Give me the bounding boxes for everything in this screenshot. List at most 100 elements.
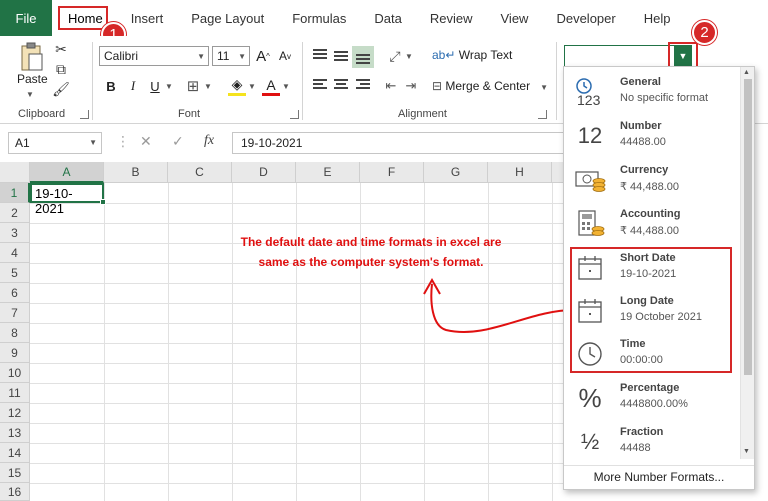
bold-button[interactable]: B: [102, 76, 120, 96]
tab-review[interactable]: Review: [416, 0, 487, 36]
row-header[interactable]: 3: [0, 223, 30, 243]
row-header[interactable]: 14: [0, 443, 30, 463]
format-painter-icon[interactable]: 🖌: [52, 80, 70, 98]
orientation-icon[interactable]: ⤢: [384, 46, 406, 66]
format-sample: 4448800.00%: [620, 398, 688, 410]
underline-dropdown-chevron-icon[interactable]: ▼: [164, 76, 174, 96]
scroll-up-icon[interactable]: ▲: [743, 69, 750, 76]
name-box-chevron-icon[interactable]: ▼: [89, 138, 97, 147]
row-header[interactable]: 9: [0, 343, 30, 363]
column-header-d[interactable]: D: [232, 162, 296, 183]
increase-indent-icon[interactable]: ⇥: [402, 76, 420, 96]
orientation-chevron-icon[interactable]: ▼: [404, 46, 414, 66]
paste-chevron-down-icon[interactable]: ▼: [26, 90, 34, 99]
svg-text:123: 123: [577, 92, 601, 107]
group-divider: [556, 42, 557, 120]
scroll-down-icon[interactable]: ▼: [743, 448, 750, 455]
format-name: Accounting: [620, 208, 681, 220]
borders-icon[interactable]: ⊞: [184, 76, 202, 96]
font-size-select[interactable]: 11 ▼: [212, 46, 250, 66]
tab-help[interactable]: Help: [630, 0, 685, 36]
merge-center-label: Merge & Center: [445, 79, 531, 93]
format-percentage[interactable]: % Percentage 4448800.00%: [564, 377, 740, 420]
gridline: [30, 403, 570, 404]
column-header-e[interactable]: E: [296, 162, 360, 183]
paste-button[interactable]: Paste: [17, 72, 48, 86]
font-name-select[interactable]: Calibri ▼: [99, 46, 209, 66]
row-header[interactable]: 6: [0, 283, 30, 303]
merge-center-button[interactable]: ⊟ Merge & Center ▼: [432, 79, 548, 93]
row-header[interactable]: 16: [0, 483, 30, 501]
fill-handle[interactable]: [100, 199, 106, 205]
insert-function-icon[interactable]: fx: [204, 133, 214, 149]
font-name-value: Calibri: [104, 49, 139, 63]
row-header[interactable]: 13: [0, 423, 30, 443]
cell-a1[interactable]: 19-10-2021: [30, 183, 104, 216]
paste-icon[interactable]: [20, 42, 44, 72]
row-header[interactable]: 2: [0, 203, 30, 223]
dropdown-scrollbar[interactable]: ▲ ▼: [740, 67, 754, 459]
wrap-text-button[interactable]: ab↵ Wrap Text: [432, 48, 512, 62]
group-divider: [302, 42, 303, 120]
format-accounting[interactable]: Accounting ₹ 44,488.00: [564, 203, 740, 246]
column-header-b[interactable]: B: [104, 162, 168, 183]
format-currency[interactable]: Currency ₹ 44,488.00: [564, 159, 740, 202]
row-header[interactable]: 5: [0, 263, 30, 283]
column-header-g[interactable]: G: [424, 162, 488, 183]
wrap-text-icon: ab↵: [432, 48, 459, 62]
gridline: [30, 483, 570, 484]
tab-file[interactable]: File: [0, 0, 52, 36]
percent-icon: %: [578, 382, 602, 413]
scrollbar-thumb[interactable]: [744, 79, 752, 375]
font-color-icon[interactable]: A: [262, 76, 280, 96]
row-header[interactable]: 7: [0, 303, 30, 323]
font-color-chevron-icon[interactable]: ▼: [281, 76, 291, 96]
row-header[interactable]: 15: [0, 463, 30, 483]
enter-icon[interactable]: ✓: [172, 133, 184, 150]
format-number[interactable]: 12 Number 44488.00: [564, 115, 740, 158]
row-header[interactable]: 8: [0, 323, 30, 343]
alignment-group-label: Alignment: [398, 108, 447, 120]
cut-icon[interactable]: ✂: [52, 40, 70, 58]
fill-color-icon[interactable]: ◈: [228, 76, 246, 96]
underline-button[interactable]: U: [146, 76, 164, 96]
home-tab-highlight: [58, 6, 108, 30]
gridline: [30, 463, 570, 464]
column-header-c[interactable]: C: [168, 162, 232, 183]
clipboard-launcher-icon[interactable]: [80, 110, 89, 119]
select-all-corner[interactable]: [0, 162, 30, 183]
column-header-h[interactable]: H: [488, 162, 552, 183]
tab-data[interactable]: Data: [360, 0, 415, 36]
shrink-font-button[interactable]: Av: [276, 46, 294, 66]
accounting-calculator-icon: [574, 209, 606, 239]
borders-chevron-icon[interactable]: ▼: [203, 76, 213, 96]
grow-font-button[interactable]: A ^: [254, 46, 272, 66]
fill-color-chevron-icon[interactable]: ▼: [247, 76, 257, 96]
tab-formulas[interactable]: Formulas: [278, 0, 360, 36]
row-header[interactable]: 10: [0, 363, 30, 383]
font-group-label: Font: [178, 108, 201, 120]
column-header-f[interactable]: F: [360, 162, 424, 183]
tab-view[interactable]: View: [487, 0, 543, 36]
align-bottom-icon[interactable]: [352, 46, 374, 68]
name-box[interactable]: A1 ▼: [8, 132, 102, 154]
format-general[interactable]: 123 General No specific format: [564, 71, 740, 114]
row-header[interactable]: 1: [0, 183, 30, 203]
cancel-icon[interactable]: ✕: [140, 133, 152, 150]
row-header[interactable]: 12: [0, 403, 30, 423]
row-header[interactable]: 4: [0, 243, 30, 263]
alignment-launcher-icon[interactable]: [538, 110, 547, 119]
tab-page-layout[interactable]: Page Layout: [177, 0, 278, 36]
gridline: [30, 203, 570, 204]
copy-icon[interactable]: ⧉: [52, 60, 70, 78]
font-launcher-icon[interactable]: [290, 110, 299, 119]
format-fraction[interactable]: ½ Fraction 44488: [564, 421, 740, 464]
column-header-a[interactable]: A: [30, 162, 104, 183]
row-header[interactable]: 11: [0, 383, 30, 403]
more-number-formats-button[interactable]: More Number Formats...: [564, 465, 754, 489]
format-name: Fraction: [620, 426, 664, 438]
italic-button[interactable]: I: [124, 76, 142, 96]
decrease-indent-icon[interactable]: ⇤: [382, 76, 400, 96]
formula-input[interactable]: 19-10-2021: [232, 132, 572, 154]
tab-developer[interactable]: Developer: [542, 0, 629, 36]
